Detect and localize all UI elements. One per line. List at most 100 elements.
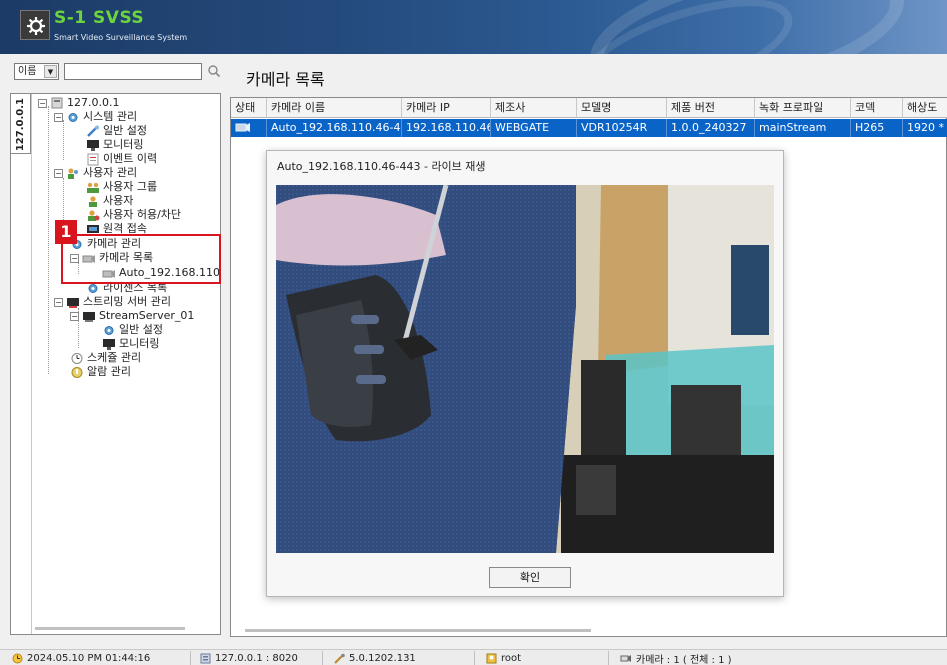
camera-feed-image bbox=[276, 185, 774, 553]
status-datetime: 2024.05.10 PM 01:44:16 bbox=[12, 651, 150, 665]
column-header-resolution[interactable]: 해상도 bbox=[903, 98, 947, 118]
status-datetime-text: 2024.05.10 PM 01:44:16 bbox=[27, 652, 151, 664]
tree-node-root[interactable]: − 127.0.0.1 bbox=[38, 96, 119, 110]
column-header-codec[interactable]: 코덱 bbox=[851, 98, 903, 118]
status-camera-count-text: 카메라 : 1 ( 전체 : 1 ) bbox=[636, 654, 732, 665]
tree-label: 스트리밍 서버 관리 bbox=[83, 295, 171, 308]
highlight-box bbox=[61, 234, 221, 284]
tree-node-ss-monitoring[interactable]: 모니터링 bbox=[102, 337, 159, 351]
monitor-icon bbox=[87, 139, 99, 151]
live-video-view bbox=[276, 185, 774, 553]
horizontal-scrollbar[interactable] bbox=[35, 627, 185, 630]
header-banner: S-1 SVSS Smart Video Surveillance System bbox=[0, 0, 947, 54]
collapse-icon[interactable]: − bbox=[54, 112, 63, 122]
user-icon bbox=[486, 653, 497, 663]
cell-camera-ip: 192.168.110.46 bbox=[402, 119, 491, 137]
page-title: 카메라 목록 bbox=[246, 70, 325, 89]
camera-status-icon bbox=[235, 123, 250, 132]
column-header-record-profile[interactable]: 녹화 프로파일 bbox=[755, 98, 851, 118]
column-header-camera-name[interactable]: 카메라 이름 bbox=[267, 98, 402, 118]
status-user-text: root bbox=[501, 652, 522, 664]
settings-gear-icon bbox=[104, 325, 114, 335]
tree-label: 스케쥴 관리 bbox=[87, 351, 142, 364]
tree-label: 사용자 bbox=[103, 194, 134, 207]
chevron-down-icon[interactable]: ▼ bbox=[44, 65, 57, 78]
tree-label: 일반 설정 bbox=[119, 323, 163, 336]
cell-camera-name: Auto_192.168.110.46-443 bbox=[267, 119, 402, 137]
search-input[interactable] bbox=[64, 63, 202, 80]
users-icon bbox=[68, 168, 78, 179]
table-row[interactable]: Auto_192.168.110.46-443 192.168.110.46 W… bbox=[231, 119, 947, 137]
column-header-model[interactable]: 모델명 bbox=[577, 98, 667, 118]
collapse-icon[interactable]: − bbox=[54, 168, 63, 178]
status-cell bbox=[231, 119, 267, 137]
cell-version: 1.0.0_240327 bbox=[667, 119, 755, 137]
column-header-version[interactable]: 제품 버전 bbox=[667, 98, 755, 118]
column-header-camera-ip[interactable]: 카메라 IP bbox=[402, 98, 491, 118]
tree-node-user-mgmt[interactable]: − 사용자 관리 bbox=[54, 166, 137, 180]
stream-server-icon bbox=[67, 297, 79, 308]
user-block-icon bbox=[88, 209, 100, 221]
user-group-icon bbox=[87, 182, 99, 193]
tree-label: 사용자 그룹 bbox=[103, 180, 158, 193]
user-icon bbox=[89, 195, 97, 207]
tree-label: 이벤트 이력 bbox=[103, 152, 158, 165]
dialog-title: Auto_192.168.110.46-443 - 라이브 재생 bbox=[277, 160, 486, 173]
confirm-button[interactable]: 확인 bbox=[489, 567, 571, 588]
collapse-icon[interactable]: − bbox=[70, 311, 79, 321]
clock-icon bbox=[12, 653, 23, 663]
settings-wrench-icon bbox=[87, 125, 99, 137]
cell-manufacturer: WEBGATE bbox=[491, 119, 577, 137]
server-tab[interactable]: 127.0.0.1 bbox=[11, 94, 31, 154]
live-playback-dialog: Auto_192.168.110.46-443 - 라이브 재생 확인 bbox=[266, 150, 784, 597]
tree-node-stream-server[interactable]: − StreamServer_01 bbox=[70, 309, 194, 323]
tree-line bbox=[63, 120, 64, 160]
tree-label: StreamServer_01 bbox=[99, 309, 195, 322]
status-divider bbox=[190, 651, 191, 665]
system-gear-icon bbox=[68, 112, 78, 122]
status-user: root bbox=[486, 651, 521, 665]
tree-node-general-settings[interactable]: 일반 설정 bbox=[86, 124, 147, 138]
collapse-icon[interactable]: − bbox=[54, 297, 63, 307]
schedule-clock-icon bbox=[71, 352, 83, 364]
tree-node-alarm-mgmt[interactable]: 알람 관리 bbox=[70, 365, 131, 379]
status-divider bbox=[474, 651, 475, 665]
column-header-manufacturer[interactable]: 제조사 bbox=[491, 98, 577, 118]
tree-node-user-allow-block[interactable]: 사용자 허용/차단 bbox=[86, 208, 181, 222]
horizontal-scrollbar[interactable] bbox=[245, 629, 591, 632]
table-header: 상태 카메라 이름 카메라 IP 제조사 모델명 제품 버전 녹화 프로파일 코… bbox=[231, 98, 947, 118]
cell-codec: H265 bbox=[851, 119, 903, 137]
tree-label: 사용자 허용/차단 bbox=[103, 208, 182, 221]
tree-label: 시스템 관리 bbox=[83, 110, 138, 123]
tree-node-streaming-server-mgmt[interactable]: − 스트리밍 서버 관리 bbox=[54, 295, 171, 309]
gear-logo-icon bbox=[20, 10, 50, 40]
search-field-select[interactable]: 이름 ▼ bbox=[14, 63, 59, 80]
server-tab-label: 127.0.0.1 bbox=[15, 98, 26, 152]
tree-label: 모니터링 bbox=[103, 138, 144, 151]
app-subtitle: Smart Video Surveillance System bbox=[54, 33, 188, 42]
tree-node-monitoring[interactable]: 모니터링 bbox=[86, 138, 143, 152]
column-header-status[interactable]: 상태 bbox=[231, 98, 267, 118]
tree-node-user[interactable]: 사용자 bbox=[86, 194, 133, 208]
tree-node-ss-general-settings[interactable]: 일반 설정 bbox=[102, 323, 163, 337]
status-version-text: 5.0.1202.131 bbox=[349, 652, 416, 664]
alarm-icon bbox=[71, 366, 83, 378]
search-icon[interactable] bbox=[207, 63, 221, 82]
status-server-text: 127.0.0.1 : 8020 bbox=[215, 652, 298, 664]
search-bar: 이름 ▼ bbox=[14, 63, 224, 81]
tree-node-user-group[interactable]: 사용자 그룹 bbox=[86, 180, 157, 194]
tree-label: 모니터링 bbox=[119, 337, 160, 350]
cell-model: VDR10254R bbox=[577, 119, 667, 137]
camera-icon bbox=[620, 654, 631, 662]
tree-node-schedule-mgmt[interactable]: 스케쥴 관리 bbox=[70, 351, 141, 365]
callout-number-badge: 1 bbox=[55, 220, 77, 244]
tree-node-system-mgmt[interactable]: − 시스템 관리 bbox=[54, 110, 137, 124]
status-bar: 2024.05.10 PM 01:44:16 127.0.0.1 : 8020 … bbox=[0, 649, 947, 665]
status-divider bbox=[322, 651, 323, 665]
tree-label: 127.0.0.1 bbox=[67, 96, 120, 109]
server-icon bbox=[51, 97, 63, 108]
banner-decoration bbox=[570, 0, 804, 54]
collapse-icon[interactable]: − bbox=[38, 98, 47, 108]
search-select-value: 이름 bbox=[18, 66, 37, 77]
tree-node-event-history[interactable]: 이벤트 이력 bbox=[86, 152, 157, 166]
